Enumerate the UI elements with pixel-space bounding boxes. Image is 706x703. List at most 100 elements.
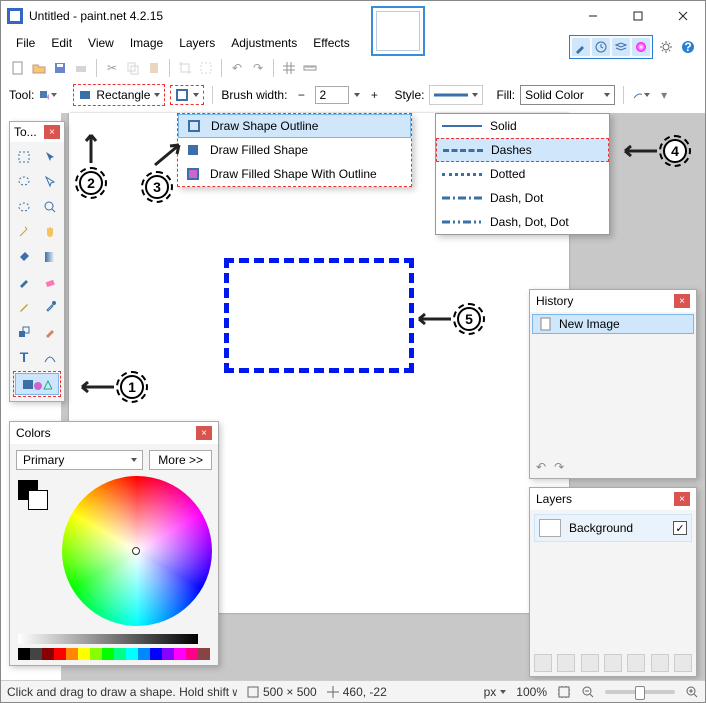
gradient-tool[interactable] (39, 246, 61, 268)
layers-window: Layers× Background ✓ (529, 487, 697, 677)
tools-close-icon[interactable]: × (44, 125, 60, 139)
style-dotted[interactable]: Dotted (436, 162, 609, 186)
units[interactable]: px (484, 685, 497, 699)
paste-icon[interactable] (145, 59, 163, 77)
fill-dropdown[interactable]: Solid Color (520, 85, 615, 105)
menu-image[interactable]: Image (123, 34, 170, 52)
document-thumbnail[interactable] (371, 6, 425, 56)
zoom-out-icon[interactable] (581, 685, 595, 699)
style-dashdotdot[interactable]: Dash, Dot, Dot (436, 210, 609, 234)
undo-icon[interactable]: ↶ (228, 59, 246, 77)
ellipse-select-tool[interactable] (13, 196, 35, 218)
blend-mode-icon[interactable]: ▾ (655, 86, 673, 104)
ruler-icon[interactable] (301, 59, 319, 77)
rect-select-tool[interactable] (13, 146, 35, 168)
cut-icon[interactable]: ✂ (103, 59, 121, 77)
layers-toggle-icon[interactable] (612, 38, 630, 56)
style-dashdot[interactable]: Dash, Dot (436, 186, 609, 210)
bucket-tool[interactable] (13, 246, 35, 268)
shape-mode-dropdown[interactable] (170, 85, 204, 105)
redo-icon[interactable]: ↷ (249, 59, 267, 77)
merge-down-icon[interactable] (604, 654, 622, 672)
magic-wand-tool[interactable] (13, 221, 35, 243)
history-close-icon[interactable]: × (674, 294, 690, 308)
grid-icon[interactable] (280, 59, 298, 77)
colors-close-icon[interactable]: × (196, 426, 212, 440)
line-style-dropdown[interactable] (429, 85, 483, 105)
eraser-tool[interactable] (39, 271, 61, 293)
menu-layers[interactable]: Layers (172, 34, 222, 52)
colors-window: Colors× Primary More >> (9, 421, 219, 666)
layer-item[interactable]: Background ✓ (534, 514, 692, 542)
value-slider[interactable] (18, 634, 198, 644)
history-toggle-icon[interactable] (592, 38, 610, 56)
shapes-tool[interactable] (15, 373, 59, 395)
draw-filled-outline-item[interactable]: Draw Filled Shape With Outline (178, 162, 411, 186)
color-mode-dropdown[interactable]: Primary (16, 450, 143, 470)
menu-edit[interactable]: Edit (44, 34, 79, 52)
crop-icon[interactable] (176, 59, 194, 77)
layer-props-icon[interactable] (674, 654, 692, 672)
palette-strip[interactable] (18, 648, 210, 660)
antialias-icon[interactable] (632, 86, 650, 104)
move-selection-tool[interactable] (39, 146, 61, 168)
print-icon[interactable] (72, 59, 90, 77)
move-tool[interactable] (39, 171, 61, 193)
shape-mode-menu: Draw Shape Outline Draw Filled Shape Dra… (177, 113, 412, 187)
history-item[interactable]: New Image (532, 314, 694, 334)
menu-file[interactable]: File (9, 34, 42, 52)
undo-icon[interactable]: ↶ (536, 460, 546, 474)
colors-more-button[interactable]: More >> (149, 450, 212, 470)
layers-close-icon[interactable]: × (674, 492, 690, 506)
fit-window-icon[interactable] (557, 685, 571, 699)
redo-icon[interactable]: ↷ (554, 460, 564, 474)
color-swatches[interactable] (18, 480, 48, 500)
shape-dropdown[interactable]: Rectangle (73, 84, 165, 106)
draw-outline-item[interactable]: Draw Shape Outline (178, 114, 411, 138)
layer-visible-checkbox[interactable]: ✓ (673, 521, 687, 535)
delete-layer-icon[interactable] (557, 654, 575, 672)
duplicate-layer-icon[interactable] (581, 654, 599, 672)
fill-value: Solid Color (525, 88, 584, 102)
new-file-icon[interactable] (9, 59, 27, 77)
eyedropper-tool[interactable] (39, 296, 61, 318)
add-layer-icon[interactable] (534, 654, 552, 672)
zoom-slider[interactable] (605, 690, 675, 694)
line-tool[interactable] (39, 346, 61, 368)
lasso-tool[interactable] (13, 171, 35, 193)
menu-adjustments[interactable]: Adjustments (224, 34, 304, 52)
text-tool[interactable]: T (13, 346, 35, 368)
settings-icon[interactable] (657, 38, 675, 56)
history-window: History× New Image ↶↷ (529, 289, 697, 479)
open-file-icon[interactable] (30, 59, 48, 77)
clone-tool[interactable] (13, 321, 35, 343)
move-down-icon[interactable] (651, 654, 669, 672)
style-dashes[interactable]: Dashes (436, 138, 609, 162)
menu-effects[interactable]: Effects (306, 34, 356, 52)
pencil-tool[interactable] (13, 296, 35, 318)
zoom-tool[interactable] (39, 196, 61, 218)
app-icon (7, 8, 23, 24)
save-icon[interactable] (51, 59, 69, 77)
tool-chooser[interactable] (39, 86, 57, 104)
rectangle-icon (78, 88, 92, 102)
menu-view[interactable]: View (81, 34, 121, 52)
minimize-button[interactable] (570, 2, 615, 30)
recolor-tool[interactable] (39, 321, 61, 343)
deselect-icon[interactable] (197, 59, 215, 77)
close-button[interactable] (660, 2, 705, 30)
brush-plus-icon[interactable]: + (365, 86, 383, 104)
brush-tool[interactable] (13, 271, 35, 293)
move-up-icon[interactable] (627, 654, 645, 672)
draw-filled-item[interactable]: Draw Filled Shape (178, 138, 411, 162)
colors-toggle-icon[interactable] (632, 38, 650, 56)
pan-tool[interactable] (39, 221, 61, 243)
zoom-in-icon[interactable] (685, 685, 699, 699)
help-icon[interactable]: ? (679, 38, 697, 56)
tools-toggle-icon[interactable] (572, 38, 590, 56)
style-solid[interactable]: Solid (436, 114, 609, 138)
maximize-button[interactable] (615, 2, 660, 30)
copy-icon[interactable] (124, 59, 142, 77)
brush-width-input[interactable] (315, 86, 349, 104)
brush-minus-icon[interactable]: − (292, 86, 310, 104)
